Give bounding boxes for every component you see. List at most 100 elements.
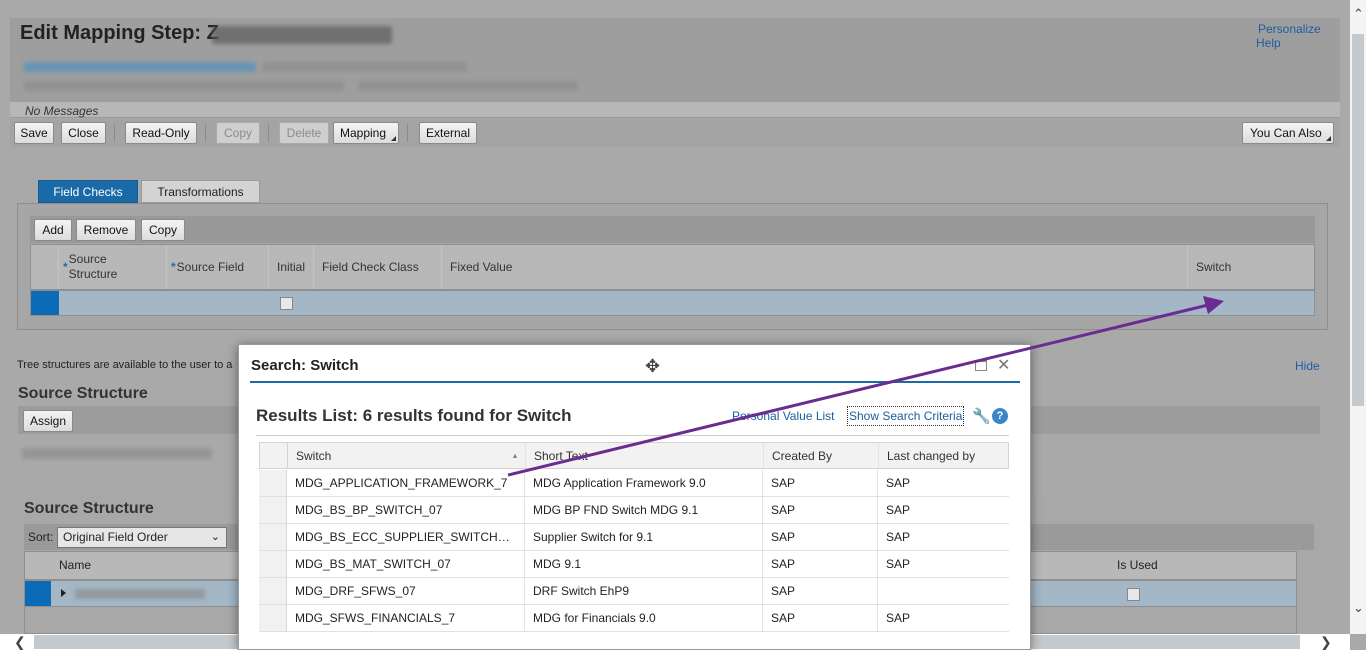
copy-button: Copy — [216, 122, 260, 144]
result-row[interactable]: MDG_SFWS_FINANCIALS_7 MDG for Financials … — [259, 605, 1009, 632]
scroll-right-icon[interactable]: ❯ — [1320, 634, 1332, 650]
messages-text: No Messages — [25, 104, 99, 118]
add-button[interactable]: Add — [34, 219, 72, 241]
row-selector[interactable] — [259, 497, 287, 523]
dialog-title-underline — [250, 381, 1020, 383]
column-label: Switch — [296, 448, 332, 463]
result-row[interactable]: MDG_DRF_SFWS_07 DRF Switch EhP9 SAP — [259, 578, 1009, 605]
blurred-breadcrumb-link[interactable] — [24, 62, 256, 72]
field-checks-toolbar — [30, 216, 1315, 243]
cell-short-text: MDG BP FND Switch MDG 9.1 — [525, 497, 763, 523]
field-checks-selected-row[interactable] — [30, 290, 1315, 316]
initial-checkbox[interactable] — [280, 297, 293, 310]
toolbar-separator — [205, 124, 206, 142]
is-used-checkbox[interactable] — [1127, 588, 1140, 601]
remove-button[interactable]: Remove — [76, 219, 136, 241]
row-selector[interactable] — [259, 551, 287, 577]
mapping-menu-button[interactable]: Mapping — [333, 122, 399, 144]
column-fixed-value[interactable]: Fixed Value — [442, 245, 1188, 289]
column-label: Field Check Class — [322, 260, 419, 274]
column-label: Short Text — [534, 448, 588, 463]
maximize-icon[interactable] — [975, 360, 987, 371]
hide-link[interactable]: Hide — [1295, 359, 1320, 373]
column-short-text[interactable]: Short Text — [526, 443, 764, 468]
personal-value-list-link[interactable]: Personal Value List — [732, 409, 835, 423]
copy-row-button[interactable]: Copy — [141, 219, 185, 241]
column-is-used[interactable]: Is Used — [1117, 558, 1158, 572]
sort-select[interactable]: Original Field Order ⌄ — [57, 527, 227, 548]
row-selector-column — [31, 245, 59, 289]
result-row[interactable]: MDG_BS_ECC_SUPPLIER_SWITCH… Supplier Swit… — [259, 524, 1009, 551]
tab-transformations[interactable]: Transformations — [141, 180, 260, 203]
tab-label: Field Checks — [53, 184, 123, 199]
row-selector[interactable] — [259, 605, 287, 631]
cell-switch: MDG_APPLICATION_FRAMEWORK_7 — [287, 470, 525, 496]
column-created-by[interactable]: Created By — [764, 443, 879, 468]
you-can-also-menu-button[interactable]: You Can Also — [1242, 122, 1334, 144]
cell-short-text: DRF Switch EhP9 — [525, 578, 763, 604]
toolbar-separator — [407, 124, 408, 142]
column-label: Source Field — [176, 260, 245, 274]
cell-last-changed-by: SAP — [886, 476, 911, 490]
sort-select-value: Original Field Order — [63, 530, 168, 544]
results-heading: Results List: 6 results found for Switch — [256, 406, 572, 425]
row-selector[interactable] — [25, 581, 51, 606]
toolbar — [10, 119, 1340, 147]
column-field-check-class[interactable]: Field Check Class — [314, 245, 442, 289]
personalize-link[interactable]: Personalize — [1258, 22, 1321, 36]
result-row[interactable]: MDG_APPLICATION_FRAMEWORK_7 MDG Applicati… — [259, 470, 1009, 497]
mapping-label: Mapping — [340, 126, 387, 140]
close-icon[interactable]: ✕ — [997, 355, 1010, 375]
column-label: Source Structure — [68, 252, 118, 281]
blurred-title-suffix — [212, 26, 392, 44]
column-switch[interactable]: Switch — [1188, 245, 1316, 289]
close-button[interactable]: Close — [61, 122, 106, 144]
expand-triangle-icon[interactable] — [61, 589, 66, 597]
sort-label: Sort: — [28, 530, 54, 544]
column-source-structure[interactable]: * Source Structure — [59, 245, 167, 289]
move-icon[interactable]: ✥ — [645, 356, 660, 377]
scroll-left-icon[interactable]: ❮ — [14, 634, 26, 650]
column-label: Initial — [277, 260, 306, 274]
external-button[interactable]: External — [419, 122, 477, 144]
tab-field-checks[interactable]: Field Checks — [38, 180, 138, 203]
blurred-breadcrumb-text — [262, 62, 467, 72]
row-selector[interactable] — [259, 524, 287, 550]
cell-last-changed-by: SAP — [886, 530, 911, 544]
blurred-node-name — [75, 589, 205, 599]
column-initial[interactable]: Initial — [269, 245, 314, 289]
cell-created-by: SAP — [763, 497, 878, 523]
scroll-down-icon[interactable]: ⌄ — [1353, 600, 1364, 616]
row-selector[interactable] — [259, 578, 287, 604]
row-selector[interactable] — [259, 470, 287, 496]
lower-source-structure-heading: Source Structure — [24, 500, 154, 517]
result-row[interactable]: MDG_BS_MAT_SWITCH_07 MDG 9.1 SAP SAP — [259, 551, 1009, 578]
result-row[interactable]: MDG_BS_BP_SWITCH_07 MDG BP FND Switch MDG… — [259, 497, 1009, 524]
tab-label: Transformations — [157, 184, 244, 199]
required-marker: * — [63, 260, 68, 274]
blurred-description — [24, 81, 344, 91]
cell-created-by: SAP — [763, 524, 878, 550]
assign-button[interactable]: Assign — [23, 410, 73, 432]
cell-created-by: SAP — [763, 551, 878, 577]
scroll-up-icon[interactable]: ⌃ — [1353, 6, 1364, 22]
show-search-criteria-link[interactable]: Show Search Criteria — [847, 406, 965, 426]
help-link[interactable]: Help — [1256, 36, 1281, 50]
row-selector[interactable] — [31, 291, 59, 315]
column-source-field[interactable]: * Source Field — [167, 245, 269, 289]
vertical-scroll-thumb[interactable] — [1352, 34, 1364, 406]
wrench-icon[interactable]: 🔧 — [972, 407, 991, 425]
search-dialog: Search: Switch ✥ ✕ Results List: 6 resul… — [238, 344, 1031, 650]
read-only-button[interactable]: Read-Only — [125, 122, 197, 144]
dialog-title: Search: Switch — [251, 357, 359, 374]
column-label: Last changed by — [887, 448, 976, 463]
column-last-changed-by[interactable]: Last changed by — [879, 443, 1010, 468]
cell-switch: MDG_SFWS_FINANCIALS_7 — [287, 605, 525, 631]
column-name[interactable]: Name — [59, 558, 91, 572]
chevron-down-icon: ⌄ — [210, 531, 220, 543]
column-switch[interactable]: Switch ▴ — [288, 443, 526, 468]
vertical-scrollbar[interactable]: ⌃ ⌄ — [1350, 0, 1366, 634]
save-button[interactable]: Save — [14, 122, 54, 144]
help-icon[interactable]: ? — [992, 408, 1008, 424]
page-title: Edit Mapping Step: Z — [20, 22, 219, 44]
